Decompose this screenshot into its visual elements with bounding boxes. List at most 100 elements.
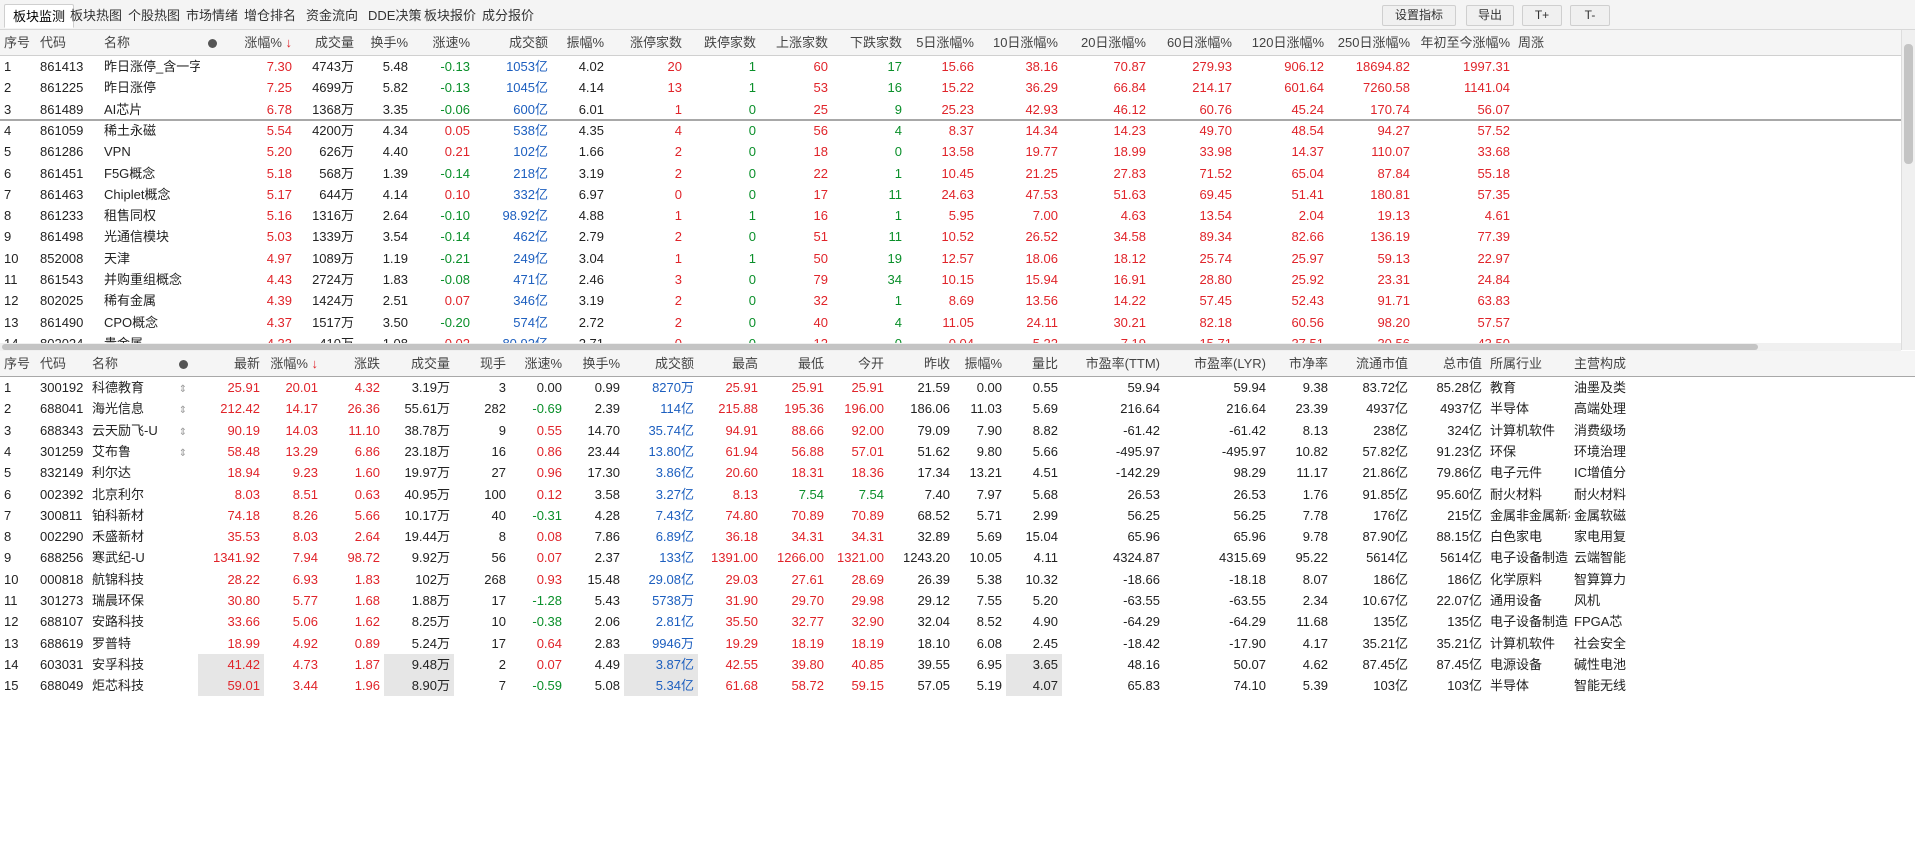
stock-col-header-15[interactable]: 昨收 xyxy=(888,351,954,377)
sector-table-scrollbar[interactable] xyxy=(1901,30,1915,350)
sector-col-header-0[interactable]: 序号 xyxy=(0,30,36,56)
sort-desc-arrow-icon[interactable]: ↓ xyxy=(308,356,318,371)
sector-col-header-12[interactable]: 上涨家数 xyxy=(760,30,832,56)
sector-cell-18: 25.92 xyxy=(1291,272,1324,287)
sector-col-header-1[interactable]: 代码 xyxy=(36,30,100,56)
table-row[interactable]: 8 002290 禾盛新材 35.53 8.03 2.64 19.44万 8 0.08 7.86 6… xyxy=(0,526,1915,547)
stock-col-header-20[interactable]: 市净率 xyxy=(1270,351,1332,377)
table-row[interactable]: 15 688049 炬芯科技 59.01 3.44 1.96 8.90万 7 -0.59 5.08… xyxy=(0,675,1915,697)
font-decrease-button[interactable]: T- xyxy=(1570,5,1610,26)
sector-col-header-10[interactable]: 涨停家数 xyxy=(608,30,686,56)
stock-col-header-11[interactable]: 成交额 xyxy=(624,351,698,377)
stock-col-header-5[interactable]: 涨幅% ↓ xyxy=(264,351,322,377)
stock-col-header-12[interactable]: 最高 xyxy=(698,351,762,377)
stock-col-header-2[interactable]: 名称 xyxy=(88,351,168,377)
table-row[interactable]: 4 861059 稀土永磁 5.54 4200万 4.34 0.05 538亿 4.35 4 0 56… xyxy=(0,120,1901,141)
tab-5[interactable]: 资金流向 xyxy=(298,4,366,28)
stock-cell-15: 39.55 xyxy=(917,656,950,672)
stock-col-header-14[interactable]: 今开 xyxy=(828,351,888,377)
table-row[interactable]: 7 300811 铂科新材 74.18 8.26 5.66 10.17万 40 -0.31 4.2… xyxy=(0,505,1915,526)
table-row[interactable]: 3 861489 AI芯片 6.78 1368万 3.35 -0.06 600亿 6.01 1 0 2… xyxy=(0,99,1901,120)
table-row[interactable]: 9 688256 寒武纪-U 1341.92 7.94 98.72 9.92万 56 0.07 2… xyxy=(0,547,1915,568)
table-row[interactable]: 14802024贵金属4.33410万1.080.0280.92亿2.71001… xyxy=(0,333,1901,343)
tab-8[interactable]: 成分报价 xyxy=(474,4,542,28)
stock-col-header-1[interactable]: 代码 xyxy=(36,351,88,377)
table-row[interactable]: 4 301259 艾布鲁 58.48 13.29 6.86 23.18万 16 0.86 23.4… xyxy=(0,441,1915,462)
column-toggle-dot-icon[interactable] xyxy=(178,360,188,370)
table-row[interactable]: 5 861286 VPN 5.20 626万 4.40 0.21 102亿 1.66 2 0 18 0 1… xyxy=(0,141,1901,162)
sector-cell-2: Chiplet概念 xyxy=(104,186,171,202)
sector-cell-12: 60 xyxy=(813,59,828,74)
sector-col-header-14[interactable]: 5日涨幅% xyxy=(906,30,978,56)
sector-col-header-16[interactable]: 20日涨幅% xyxy=(1062,30,1150,56)
stock-col-header-22[interactable]: 总市值 xyxy=(1412,351,1486,377)
sector-cell-6: 3.54 xyxy=(382,229,408,245)
sector-col-header-17[interactable]: 60日涨幅% xyxy=(1150,30,1236,56)
stock-col-header-3[interactable] xyxy=(168,351,198,377)
stock-col-header-19[interactable]: 市盈率(LYR) xyxy=(1164,351,1270,377)
sector-col-header-13[interactable]: 下跌家数 xyxy=(832,30,906,56)
sector-col-header-21[interactable]: 周涨 xyxy=(1514,30,1574,56)
stock-col-header-7[interactable]: 成交量 xyxy=(384,351,454,377)
stock-col-header-8[interactable]: 现手 xyxy=(454,351,510,377)
stock-col-header-23[interactable]: 所属行业 xyxy=(1486,351,1570,377)
sector-hscrollbar-thumb[interactable] xyxy=(2,344,1758,350)
table-row[interactable]: 6 861451 F5G概念 5.18 568万 1.39 -0.14 218亿 3.19 2 0 2… xyxy=(0,163,1901,184)
sort-desc-arrow-icon[interactable]: ↓ xyxy=(282,35,292,50)
sector-col-header-18[interactable]: 120日涨幅% xyxy=(1236,30,1328,56)
stock-col-header-4[interactable]: 最新 xyxy=(198,351,264,377)
sector-cell-14: 25.23 xyxy=(941,101,974,117)
sector-col-header-3[interactable] xyxy=(200,30,224,56)
table-row[interactable]: 14 603031 安孚科技 41.42 4.73 1.87 9.48万 2 0.07 4.49 3… xyxy=(0,653,1915,675)
sector-col-header-6[interactable]: 换手% xyxy=(358,30,412,56)
table-row[interactable]: 9 861498 光通信模块 5.03 1339万 3.54 -0.14 462亿 2.79 2 0… xyxy=(0,226,1901,247)
column-toggle-dot-icon[interactable] xyxy=(207,39,217,49)
table-row[interactable]: 10 852008 天津 4.97 1089万 1.19 -0.21 249亿 3.04 1 1 50… xyxy=(0,248,1901,269)
table-row[interactable]: 11 861543 并购重组概念 4.43 2724万 1.83 -0.08 471亿 2.46… xyxy=(0,269,1901,290)
table-row[interactable]: 12 802025 稀有金属 4.39 1424万 2.51 0.07 346亿 3.19 2 0 3… xyxy=(0,290,1901,311)
sector-col-header-7[interactable]: 涨速% xyxy=(412,30,474,56)
sector-col-header-8[interactable]: 成交额 xyxy=(474,30,552,56)
stock-col-header-16[interactable]: 振幅% xyxy=(954,351,1006,377)
table-row[interactable]: 2 861225 昨日涨停 7.25 4699万 5.82 -0.13 1045亿 4.14 13… xyxy=(0,77,1901,98)
sector-col-header-9[interactable]: 振幅% xyxy=(552,30,608,56)
table-row[interactable]: 1 300192 科德教育 25.91 20.01 4.32 3.19万 3 0.00 0.99 8… xyxy=(0,377,1915,398)
table-row[interactable]: 5 832149 利尔达 18.94 9.23 1.60 19.97万 27 0.96 17.30… xyxy=(0,462,1915,483)
table-row[interactable]: 13 861490 CPO概念 4.37 1517万 3.50 -0.20 574亿 2.72 2… xyxy=(0,312,1901,333)
stock-cell-19: 98.29 xyxy=(1233,465,1266,481)
table-row[interactable]: 7 861463 Chiplet概念 5.17 644万 4.14 0.10 332亿 6.97… xyxy=(0,184,1901,205)
table-row[interactable]: 6 002392 北京利尔 8.03 8.51 0.63 40.95万 100 0.12 3.58… xyxy=(0,484,1915,505)
sector-col-header-15[interactable]: 10日涨幅% xyxy=(978,30,1062,56)
stock-col-header-10[interactable]: 换手% xyxy=(566,351,624,377)
stock-col-header-17[interactable]: 量比 xyxy=(1006,351,1062,377)
table-row[interactable]: 11 301273 瑞晨环保 30.80 5.77 1.68 1.88万 17 -1.28 5.4… xyxy=(0,590,1915,611)
table-row[interactable]: 2 688041 海光信息 212.42 14.17 26.36 55.61万 282 -0.6… xyxy=(0,398,1915,419)
tab-4[interactable]: 增仓排名 xyxy=(236,4,304,28)
stock-col-header-9[interactable]: 涨速% xyxy=(510,351,566,377)
stock-col-header-6[interactable]: 涨跌 xyxy=(322,351,384,377)
stock-col-header-13[interactable]: 最低 xyxy=(762,351,828,377)
sector-col-header-5[interactable]: 成交量 xyxy=(296,30,358,56)
sector-col-header-4[interactable]: 涨幅% ↓ xyxy=(224,30,296,56)
stock-col-header-24[interactable]: 主营构成 xyxy=(1570,351,1630,377)
stock-col-header-21[interactable]: 流通市值 xyxy=(1332,351,1412,377)
sector-col-header-2[interactable]: 名称 xyxy=(100,30,200,56)
sector-table-hscrollbar[interactable] xyxy=(0,343,1901,351)
stock-cell-15: 79.09 xyxy=(917,422,950,438)
table-row[interactable]: 1 861413 昨日涨停_含一字 7.30 4743万 5.48 -0.13 1053亿 4.… xyxy=(0,56,1901,77)
table-row[interactable]: 8 861233 租售同权 5.16 1316万 2.64 -0.10 98.92亿 4.88 1… xyxy=(0,205,1901,226)
sector-col-header-11[interactable]: 跌停家数 xyxy=(686,30,760,56)
font-increase-button[interactable]: T+ xyxy=(1522,5,1562,26)
table-row[interactable]: 10 000818 航锦科技 28.22 6.93 1.83 102万 268 0.93 15.4… xyxy=(0,569,1915,590)
sector-scrollbar-thumb[interactable] xyxy=(1904,44,1913,164)
table-row[interactable]: 13 688619 罗普特 18.99 4.92 0.89 5.24万 17 0.64 2.83 9… xyxy=(0,633,1915,654)
table-row[interactable]: 12 688107 安路科技 33.66 5.06 1.62 8.25万 10 -0.38 2.0… xyxy=(0,611,1915,632)
sector-cell-5: 644万 xyxy=(319,186,354,202)
sector-col-header-20[interactable]: 年初至今涨幅% xyxy=(1414,30,1514,56)
sector-col-header-19[interactable]: 250日涨幅% xyxy=(1328,30,1414,56)
table-row[interactable]: 3 688343 云天励飞-U 90.19 14.03 11.10 38.78万 9 0.55 1… xyxy=(0,420,1915,441)
stock-col-header-0[interactable]: 序号 xyxy=(0,351,36,377)
settings-indicator-button[interactable]: 设置指标 xyxy=(1382,5,1456,26)
export-button[interactable]: 导出 xyxy=(1466,5,1514,26)
stock-col-header-18[interactable]: 市盈率(TTM) xyxy=(1062,351,1164,377)
